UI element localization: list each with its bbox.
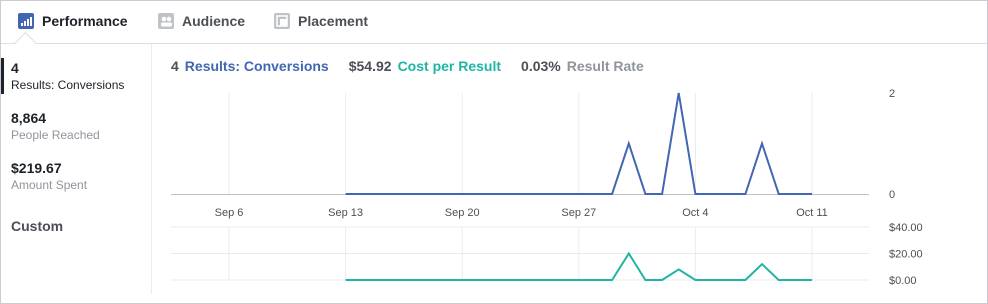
x-tick-label: Sep 13 bbox=[328, 207, 363, 219]
results-series-line bbox=[345, 92, 812, 195]
metric-people-reached-label: People Reached bbox=[11, 128, 100, 142]
cost-y-tick-label: $20.00 bbox=[889, 249, 923, 261]
cost-y-tick-label: $40.00 bbox=[889, 222, 923, 234]
people-icon bbox=[158, 13, 174, 29]
cost-y-tick-label: $0.00 bbox=[889, 275, 917, 287]
summary-rate-value: 0.03% bbox=[521, 58, 561, 74]
metric-results-label: Results: Conversions bbox=[11, 78, 125, 92]
metrics-sidebar: 4 Results: Conversions 8,864 People Reac… bbox=[1, 44, 152, 294]
tab-performance-label: Performance bbox=[42, 13, 128, 29]
metric-results[interactable]: 4 Results: Conversions bbox=[11, 60, 124, 92]
metric-people-reached-value: 8,864 bbox=[11, 110, 47, 126]
metric-amount-spent-value: $219.67 bbox=[11, 160, 62, 176]
summary-row: 4 Results: Conversions $54.92 Cost per R… bbox=[171, 57, 664, 75]
tab-bar: Performance Audience Placement bbox=[1, 1, 987, 54]
x-tick-label: Oct 11 bbox=[796, 207, 828, 219]
tab-placement-label: Placement bbox=[298, 13, 369, 29]
summary-cost-label[interactable]: Cost per Result bbox=[398, 58, 501, 74]
x-tick-label: Oct 4 bbox=[682, 207, 708, 219]
metric-amount-spent[interactable]: $219.67 Amount Spent bbox=[11, 160, 87, 192]
metric-amount-spent-label: Amount Spent bbox=[11, 178, 88, 192]
active-metric-indicator bbox=[1, 58, 4, 94]
metric-results-value: 4 bbox=[11, 60, 19, 76]
summary-results-label[interactable]: Results: Conversions bbox=[185, 58, 329, 74]
x-tick-label: Sep 20 bbox=[445, 207, 480, 219]
metric-people-reached[interactable]: 8,864 People Reached bbox=[11, 110, 100, 142]
summary-cost-value: $54.92 bbox=[348, 58, 392, 74]
summary-rate-label[interactable]: Result Rate bbox=[567, 58, 644, 74]
tab-audience-label: Audience bbox=[182, 13, 246, 29]
summary-results-value: 4 bbox=[171, 58, 179, 74]
custom-metrics-link[interactable]: Custom bbox=[11, 218, 63, 234]
performance-panel: Performance Audience Placement 4 Results… bbox=[0, 0, 988, 304]
cost-series-line bbox=[345, 251, 812, 281]
y-tick-label: 2 bbox=[889, 88, 895, 100]
tab-performance[interactable]: Performance bbox=[18, 11, 128, 31]
tab-audience[interactable]: Audience bbox=[158, 11, 245, 31]
bar-chart-icon bbox=[18, 13, 34, 29]
x-tick-label: Sep 27 bbox=[561, 207, 596, 219]
x-tick-label: Sep 6 bbox=[215, 207, 244, 219]
y-tick-label: 0 bbox=[889, 189, 895, 201]
tab-placement[interactable]: Placement bbox=[274, 11, 368, 31]
placement-icon bbox=[274, 13, 290, 29]
